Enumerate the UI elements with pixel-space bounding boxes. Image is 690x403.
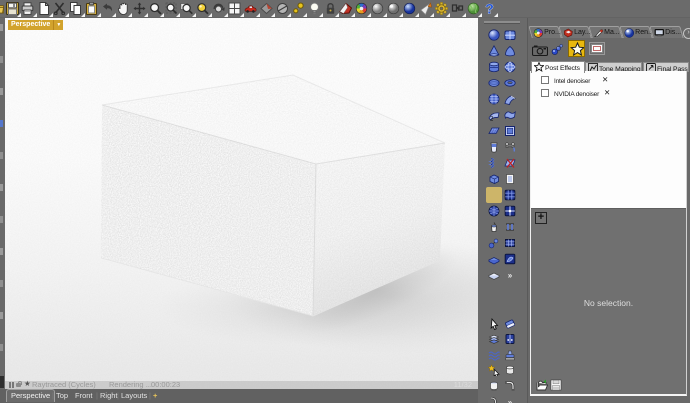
svg-text:»: » [508, 271, 513, 280]
svg-text:?: ? [485, 2, 494, 15]
svg-text:»: » [508, 398, 513, 403]
